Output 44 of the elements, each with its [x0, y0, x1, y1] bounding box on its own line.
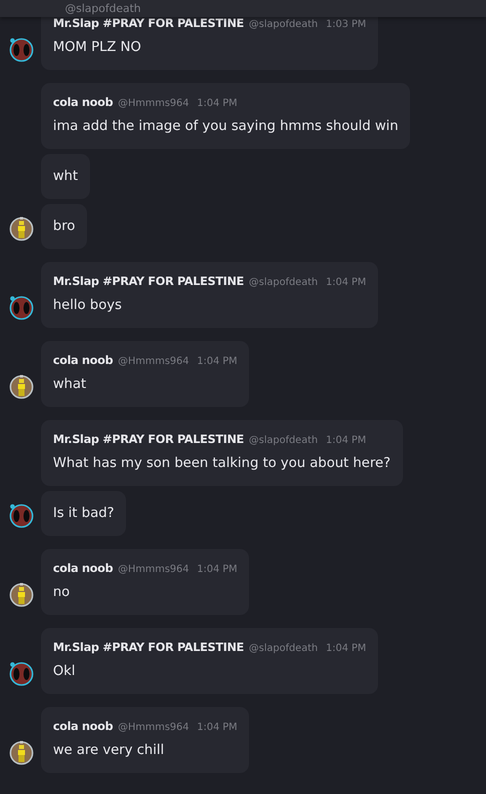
- message-text: bro: [53, 217, 76, 236]
- author-name: Mr.Slap #PRAY FOR PALESTINE: [53, 640, 244, 654]
- message-text: we are very chill: [53, 741, 166, 760]
- author-handle: @slapofdeath: [248, 643, 318, 654]
- author-name: Mr.Slap #PRAY FOR PALESTINE: [53, 432, 244, 446]
- avatar: [9, 740, 34, 765]
- author-handle: @Hmmms964: [118, 564, 189, 575]
- author-name: cola noob: [53, 561, 113, 575]
- avatar: [9, 295, 34, 320]
- message-text: wht: [53, 167, 78, 186]
- author-handle: @Hmmms964: [118, 356, 189, 367]
- message-text: hello boys: [53, 296, 123, 315]
- message-text: ima add the image of you saying hmms should win: [53, 117, 398, 136]
- author-name: cola noob: [53, 353, 113, 367]
- message-text: MOM PLZ NO: [53, 38, 142, 57]
- avatar: [9, 503, 34, 528]
- message-text: Okl: [53, 662, 76, 681]
- message-text: no: [53, 583, 71, 602]
- avatar: [9, 216, 34, 241]
- timestamp: 1:04 PM: [197, 564, 238, 575]
- author-handle: @slapofdeath: [248, 277, 318, 288]
- avatar: [9, 374, 34, 399]
- message-text: what: [53, 375, 88, 394]
- timestamp: 1:04 PM: [326, 435, 366, 446]
- author-handle: @slapofdeath: [248, 435, 318, 446]
- author-name: cola noob: [53, 719, 113, 733]
- author-name: Mr.Slap #PRAY FOR PALESTINE: [53, 274, 244, 288]
- timestamp: 1:04 PM: [197, 722, 238, 733]
- avatar: [9, 582, 34, 607]
- timestamp: 1:04 PM: [197, 356, 238, 367]
- message-text: Is it bad?: [53, 504, 114, 523]
- timestamp: 1:04 PM: [326, 277, 366, 288]
- avatar: [9, 661, 34, 686]
- timestamp: 1:04 PM: [197, 98, 238, 109]
- avatar: [9, 37, 34, 62]
- user-handle: @slapofdeath: [65, 2, 141, 15]
- author-handle: @Hmmms964: [118, 98, 189, 109]
- timestamp: 1:04 PM: [326, 643, 366, 654]
- timestamp: 1:03 PM: [326, 19, 366, 30]
- author-name: Mr.Slap #PRAY FOR PALESTINE: [53, 16, 244, 30]
- author-handle: @slapofdeath: [248, 19, 318, 30]
- author-handle: @Hmmms964: [118, 722, 189, 733]
- author-name: cola noob: [53, 95, 113, 109]
- message-text: What has my son been talking to you about here?: [53, 454, 391, 473]
